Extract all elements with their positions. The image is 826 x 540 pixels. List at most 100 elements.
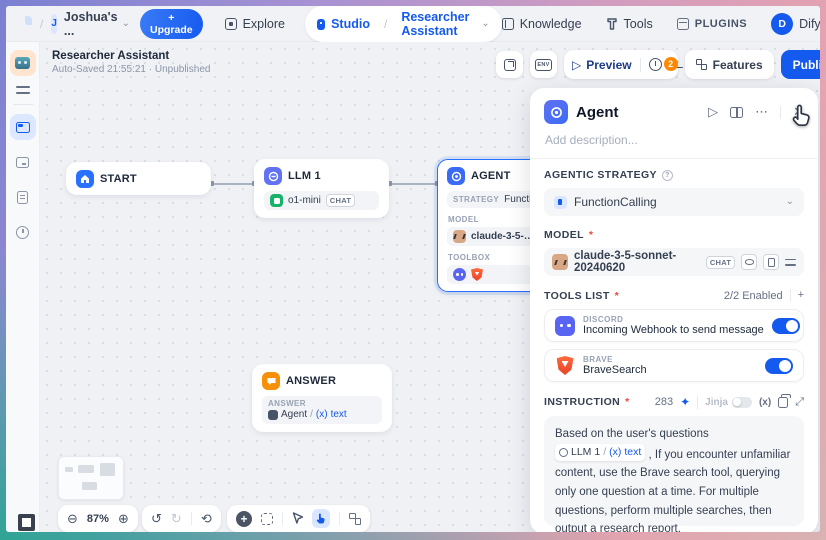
upgrade-button[interactable]: + Upgrade	[139, 8, 203, 39]
discord-icon	[453, 268, 466, 281]
run-node-button[interactable]: ▷	[708, 104, 718, 120]
tools-enabled-count: 2/2 Enabled	[723, 289, 783, 302]
tool-toggle-discord[interactable]	[771, 317, 800, 334]
model-parameters-icon[interactable]	[785, 257, 796, 268]
tool-provider: BRAVE	[583, 355, 613, 364]
undo-button[interactable]: ↺	[151, 512, 162, 525]
more-menu-button[interactable]: ⋯	[755, 104, 768, 120]
vision-capability-icon	[741, 254, 758, 270]
variable-glyph: (x)	[315, 409, 328, 420]
divider	[789, 289, 791, 302]
export-icon	[503, 58, 516, 71]
studio-label[interactable]: Studio	[331, 17, 370, 31]
instruction-editor[interactable]: Based on the user's questions LLM 1/(x) t…	[544, 416, 804, 532]
jinja-toggle[interactable]	[731, 396, 752, 408]
jinja-toggle-group[interactable]: Jinja	[705, 396, 752, 408]
app-save-status: Auto-Saved 21:55:21 · Unpublished	[52, 64, 211, 75]
env-variables-button[interactable]: ENV	[530, 51, 557, 78]
header-actions: ENV ▷ Preview 2 Features Publish ⌄	[496, 50, 820, 79]
hand-tool-button[interactable]	[312, 509, 330, 528]
nav-explore[interactable]: Explore	[224, 17, 285, 31]
strategy-value: FunctionCalling	[574, 195, 657, 209]
description-input[interactable]: Add description...	[545, 133, 804, 147]
openai-model-icon	[270, 194, 283, 207]
agent-config-panel: Agent ▷ ⋯ ✕ Add description... AGENTIC S…	[530, 88, 818, 532]
plugins-icon	[676, 17, 689, 30]
features-button[interactable]: Features	[684, 50, 774, 79]
variable-chip[interactable]: LLM 1/(x) text	[555, 443, 646, 461]
change-history-button[interactable]: ⟲	[201, 512, 212, 525]
llm-ref-icon	[559, 447, 568, 457]
add-tool-button[interactable]: +	[798, 290, 804, 301]
ref-separator: /	[603, 445, 607, 458]
add-node-button[interactable]: +	[236, 510, 252, 527]
publish-button[interactable]: Publish ⌄	[780, 50, 820, 79]
node-llm[interactable]: LLM 1 o1-mini CHAT	[254, 159, 389, 218]
chevron-down-icon[interactable]: ⌄	[122, 18, 130, 29]
minimap[interactable]	[58, 456, 124, 500]
panel-title: Agent	[576, 103, 619, 121]
llm-icon	[264, 167, 282, 185]
sidebar-item-logs[interactable]	[10, 184, 36, 210]
app-icon[interactable]	[9, 50, 36, 76]
nav-tools[interactable]: Tools	[606, 17, 653, 31]
model-select[interactable]: claude-3-5-sonnet-20240620 CHAT	[544, 248, 804, 276]
answer-ref-node: Agent	[281, 409, 308, 420]
anthropic-icon	[552, 254, 568, 270]
studio-breadcrumb-pill[interactable]: Studio / Researcher Assistant ⌄	[304, 6, 502, 42]
insert-variable-button[interactable]: (x)	[759, 397, 771, 408]
knowledge-icon	[501, 17, 514, 30]
env-icon: ENV	[534, 58, 553, 71]
nav-plugins[interactable]: PLUGINS	[676, 17, 747, 30]
agent-strategy-label: STRATEGY	[453, 195, 500, 204]
sidebar-item-orchestrate[interactable]	[9, 114, 36, 140]
explore-icon	[224, 17, 237, 30]
help-icon[interactable]: ?	[661, 169, 673, 181]
tool-card-discord[interactable]: DISCORD Incoming Webhook to send message	[544, 309, 804, 342]
tools-label: Tools	[623, 16, 653, 31]
divider	[697, 395, 699, 409]
redo-button[interactable]: ↻	[171, 512, 182, 525]
zoom-level[interactable]: 87%	[87, 513, 109, 525]
nav-knowledge[interactable]: Knowledge	[501, 17, 582, 31]
top-nav: / J Joshua's ... ⌄ + Upgrade Explore Stu…	[6, 6, 820, 42]
instruction-label: INSTRUCTION *	[544, 396, 630, 408]
pointer-tool-button[interactable]	[292, 512, 303, 525]
copy-icon[interactable]	[778, 394, 792, 408]
tools-icon	[606, 17, 617, 30]
tool-toggle-brave[interactable]	[765, 357, 793, 374]
node-answer[interactable]: ANSWER ANSWER Agent / (x) text	[252, 364, 392, 432]
divider	[530, 158, 818, 159]
organize-nodes-button[interactable]	[349, 512, 361, 525]
sidebar-item-monitoring[interactable]	[10, 219, 36, 245]
checklist-count-badge: 2	[663, 56, 678, 71]
edge-llm-to-agent	[387, 181, 439, 186]
brave-icon	[471, 268, 483, 281]
account-menu[interactable]: D Dify ⌄	[771, 12, 820, 35]
agentic-strategy-select[interactable]: FunctionCalling ⌄	[544, 188, 804, 216]
workspace-name[interactable]: Joshua's ...	[64, 10, 118, 38]
zoom-in-button[interactable]: ⊕	[118, 512, 129, 525]
current-app-name[interactable]: Researcher Assistant	[401, 10, 475, 38]
expand-icon[interactable]: ⤢	[795, 396, 804, 409]
node-llm-title: LLM 1	[288, 170, 321, 182]
open-in-split-icon[interactable]	[730, 106, 744, 118]
app-settings-icon[interactable]	[15, 85, 30, 95]
agentic-strategy-label: AGENTIC STRATEGY ?	[544, 169, 804, 181]
history-controls: ↺ ↻ ⟲	[142, 505, 221, 532]
user-avatar[interactable]: D	[771, 12, 794, 35]
select-area-button[interactable]	[261, 512, 273, 525]
node-start-title: START	[100, 172, 137, 185]
preview-button[interactable]: ▷ Preview	[572, 58, 632, 72]
chevron-down-icon[interactable]: ⌄	[481, 18, 489, 29]
tool-card-brave[interactable]: BRAVE BraveSearch	[544, 349, 804, 382]
sidebar-item-preview[interactable]	[10, 149, 36, 175]
zoom-out-button[interactable]: ⊖	[67, 512, 78, 525]
export-button[interactable]	[496, 51, 523, 78]
version-history-icon[interactable]	[648, 58, 662, 71]
node-start[interactable]: START	[66, 162, 211, 195]
workspace-avatar[interactable]: J	[51, 13, 57, 34]
llm-model-name: o1-mini	[288, 195, 321, 206]
tool-name: Incoming Webhook to send message	[583, 324, 764, 336]
generate-icon[interactable]: ✦	[680, 395, 690, 409]
